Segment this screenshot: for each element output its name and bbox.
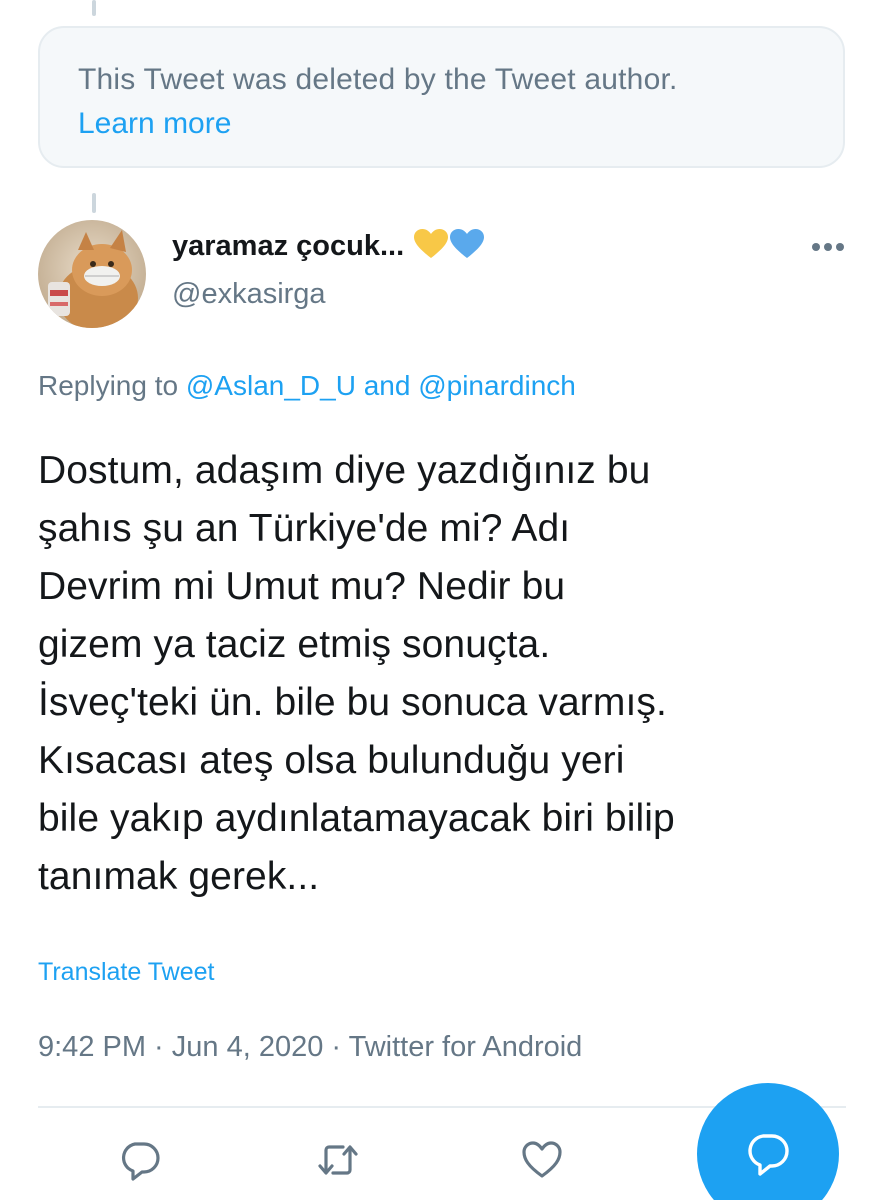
reply-icon[interactable] [117,1138,161,1182]
learn-more-link[interactable]: Learn more [78,102,231,146]
tweet-timestamp[interactable]: 9:42 PM · Jun 4, 2020 · Twitter for Andr… [38,1028,582,1066]
compose-reply-icon [748,1134,789,1176]
blue-heart-icon [450,229,485,268]
thread-connector-mid [92,193,96,213]
compose-reply-button[interactable] [697,1083,839,1200]
deleted-tweet-notice: This Tweet was deleted by the Tweet auth… [38,26,845,168]
thread-connector-top [92,0,96,16]
like-icon[interactable] [520,1138,564,1182]
mention-aslan[interactable]: @Aslan_D_U [186,370,356,401]
deleted-tweet-text: This Tweet was deleted by the Tweet auth… [78,63,678,96]
author-name[interactable]: yaramaz çocuk... [172,228,485,268]
tweet-thread-page: This Tweet was deleted by the Tweet auth… [0,0,885,1200]
replying-prefix: Replying to [38,370,179,401]
avatar[interactable] [38,220,146,328]
retweet-icon[interactable] [316,1138,360,1182]
avatar-image [38,220,146,328]
more-options-icon[interactable] [808,232,848,262]
mention-pinardinch[interactable]: @pinardinch [418,370,576,401]
author-handle[interactable]: @exkasirga [172,276,326,312]
translate-tweet-link[interactable]: Translate Tweet [38,955,214,989]
replying-to: Replying to @Aslan_D_U and @pinardinch [38,368,576,404]
author-display-name: yaramaz çocuk... [172,230,405,262]
yellow-heart-icon [414,229,449,268]
replying-conjunction: and [363,370,411,401]
tweet-text: Dostum, adaşım diye yazdığınız bu şahıs … [38,449,675,898]
